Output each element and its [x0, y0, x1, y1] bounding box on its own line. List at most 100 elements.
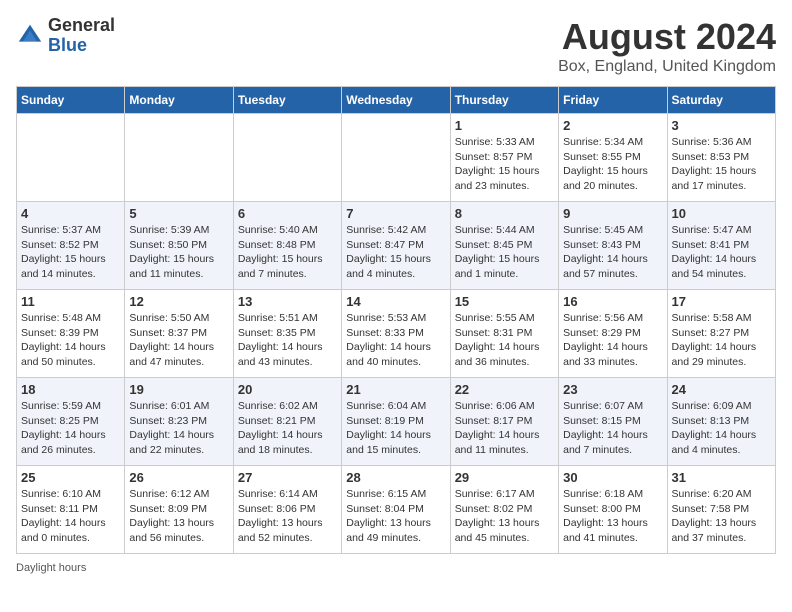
day-info: Sunrise: 6:06 AMSunset: 8:17 PMDaylight:… [455, 399, 554, 458]
page-header: General Blue August 2024 Box, England, U… [16, 16, 776, 76]
column-header-thursday: Thursday [450, 87, 558, 114]
calendar-cell: 1 Sunrise: 5:33 AMSunset: 8:57 PMDaylight… [450, 114, 558, 202]
day-info: Sunrise: 6:09 AMSunset: 8:13 PMDaylight:… [672, 399, 771, 458]
logo: General Blue [16, 16, 115, 56]
day-info: Sunrise: 6:01 AMSunset: 8:23 PMDaylight:… [129, 399, 228, 458]
calendar-cell: 18 Sunrise: 5:59 AMSunset: 8:25 PMDayligh… [17, 378, 125, 466]
calendar-cell: 28 Sunrise: 6:15 AMSunset: 8:04 PMDayligh… [342, 466, 450, 554]
day-number: 9 [563, 206, 662, 221]
day-number: 23 [563, 382, 662, 397]
column-header-wednesday: Wednesday [342, 87, 450, 114]
day-info: Sunrise: 6:02 AMSunset: 8:21 PMDaylight:… [238, 399, 337, 458]
day-number: 31 [672, 470, 771, 485]
day-info: Sunrise: 6:10 AMSunset: 8:11 PMDaylight:… [21, 487, 120, 546]
column-header-sunday: Sunday [17, 87, 125, 114]
calendar-cell: 23 Sunrise: 6:07 AMSunset: 8:15 PMDayligh… [559, 378, 667, 466]
day-number: 6 [238, 206, 337, 221]
calendar-cell [342, 114, 450, 202]
calendar-cell: 8Sunrise: 5:44 AMSunset: 8:45 PMDaylight… [450, 202, 558, 290]
day-number: 28 [346, 470, 445, 485]
day-number: 20 [238, 382, 337, 397]
day-number: 27 [238, 470, 337, 485]
calendar-cell: 30Sunrise: 6:18 AMSunset: 8:00 PMDayligh… [559, 466, 667, 554]
calendar-cell: 16 Sunrise: 5:56 AMSunset: 8:29 PMDayligh… [559, 290, 667, 378]
calendar-cell: 26 Sunrise: 6:12 AMSunset: 8:09 PMDayligh… [125, 466, 233, 554]
day-info: Sunrise: 6:12 AMSunset: 8:09 PMDaylight:… [129, 487, 228, 546]
day-number: 26 [129, 470, 228, 485]
logo-blue-text: Blue [48, 36, 115, 56]
column-header-saturday: Saturday [667, 87, 775, 114]
day-number: 8 [455, 206, 554, 221]
week-row-3: 11Sunrise: 5:48 AMSunset: 8:39 PMDayligh… [17, 290, 776, 378]
day-info: Sunrise: 5:59 AMSunset: 8:25 PMDaylight:… [21, 399, 120, 458]
day-number: 18 [21, 382, 120, 397]
day-info: Sunrise: 5:56 AMSunset: 8:29 PMDaylight:… [563, 311, 662, 370]
day-number: 3 [672, 118, 771, 133]
location-title: Box, England, United Kingdom [558, 58, 776, 76]
column-header-monday: Monday [125, 87, 233, 114]
calendar-cell: 9 Sunrise: 5:45 AMSunset: 8:43 PMDaylight… [559, 202, 667, 290]
month-title: August 2024 [558, 16, 776, 58]
day-number: 1 [455, 118, 554, 133]
logo-general-text: General [48, 16, 115, 36]
calendar-cell: 5 Sunrise: 5:39 AMSunset: 8:50 PMDaylight… [125, 202, 233, 290]
day-info: Sunrise: 5:37 AMSunset: 8:52 PMDaylight:… [21, 223, 120, 282]
week-row-5: 25 Sunrise: 6:10 AMSunset: 8:11 PMDayligh… [17, 466, 776, 554]
calendar-cell [125, 114, 233, 202]
calendar-cell: 27 Sunrise: 6:14 AMSunset: 8:06 PMDayligh… [233, 466, 341, 554]
calendar-cell: 13Sunrise: 5:51 AMSunset: 8:35 PMDayligh… [233, 290, 341, 378]
day-info: Sunrise: 5:50 AMSunset: 8:37 PMDaylight:… [129, 311, 228, 370]
calendar-cell [17, 114, 125, 202]
week-row-2: 4 Sunrise: 5:37 AMSunset: 8:52 PMDaylight… [17, 202, 776, 290]
day-info: Sunrise: 5:47 AMSunset: 8:41 PMDaylight:… [672, 223, 771, 282]
footer-note: Daylight hours [16, 562, 776, 574]
logo-icon [16, 22, 44, 50]
calendar-cell: 24 Sunrise: 6:09 AMSunset: 8:13 PMDayligh… [667, 378, 775, 466]
day-number: 25 [21, 470, 120, 485]
day-number: 19 [129, 382, 228, 397]
column-header-tuesday: Tuesday [233, 87, 341, 114]
calendar-cell [233, 114, 341, 202]
day-number: 17 [672, 294, 771, 309]
calendar-cell: 11Sunrise: 5:48 AMSunset: 8:39 PMDayligh… [17, 290, 125, 378]
calendar-cell: 10Sunrise: 5:47 AMSunset: 8:41 PMDayligh… [667, 202, 775, 290]
day-info: Sunrise: 6:14 AMSunset: 8:06 PMDaylight:… [238, 487, 337, 546]
week-row-4: 18 Sunrise: 5:59 AMSunset: 8:25 PMDayligh… [17, 378, 776, 466]
day-number: 14 [346, 294, 445, 309]
calendar-cell: 21 Sunrise: 6:04 AMSunset: 8:19 PMDayligh… [342, 378, 450, 466]
calendar-cell: 19 Sunrise: 6:01 AMSunset: 8:23 PMDayligh… [125, 378, 233, 466]
day-info: Sunrise: 5:39 AMSunset: 8:50 PMDaylight:… [129, 223, 228, 282]
day-info: Sunrise: 6:04 AMSunset: 8:19 PMDaylight:… [346, 399, 445, 458]
day-number: 15 [455, 294, 554, 309]
week-row-1: 1 Sunrise: 5:33 AMSunset: 8:57 PMDaylight… [17, 114, 776, 202]
day-info: Sunrise: 6:17 AMSunset: 8:02 PMDaylight:… [455, 487, 554, 546]
day-info: Sunrise: 6:20 AMSunset: 7:58 PMDaylight:… [672, 487, 771, 546]
day-info: Sunrise: 5:34 AMSunset: 8:55 PMDaylight:… [563, 135, 662, 194]
day-number: 11 [21, 294, 120, 309]
calendar-cell: 2 Sunrise: 5:34 AMSunset: 8:55 PMDaylight… [559, 114, 667, 202]
calendar-cell: 14Sunrise: 5:53 AMSunset: 8:33 PMDayligh… [342, 290, 450, 378]
calendar-cell: 6Sunrise: 5:40 AMSunset: 8:48 PMDaylight… [233, 202, 341, 290]
day-info: Sunrise: 5:45 AMSunset: 8:43 PMDaylight:… [563, 223, 662, 282]
day-number: 2 [563, 118, 662, 133]
calendar-cell: 20 Sunrise: 6:02 AMSunset: 8:21 PMDayligh… [233, 378, 341, 466]
day-number: 21 [346, 382, 445, 397]
day-number: 24 [672, 382, 771, 397]
day-number: 5 [129, 206, 228, 221]
header-row: SundayMondayTuesdayWednesdayThursdayFrid… [17, 87, 776, 114]
calendar-cell: 4 Sunrise: 5:37 AMSunset: 8:52 PMDaylight… [17, 202, 125, 290]
day-number: 30 [563, 470, 662, 485]
day-number: 12 [129, 294, 228, 309]
day-number: 4 [21, 206, 120, 221]
day-info: Sunrise: 6:07 AMSunset: 8:15 PMDaylight:… [563, 399, 662, 458]
calendar-cell: 12 Sunrise: 5:50 AMSunset: 8:37 PMDayligh… [125, 290, 233, 378]
day-info: Sunrise: 5:42 AMSunset: 8:47 PMDaylight:… [346, 223, 445, 282]
calendar-cell: 22Sunrise: 6:06 AMSunset: 8:17 PMDayligh… [450, 378, 558, 466]
calendar-cell: 3Sunrise: 5:36 AMSunset: 8:53 PMDaylight… [667, 114, 775, 202]
day-number: 7 [346, 206, 445, 221]
day-info: Sunrise: 6:15 AMSunset: 8:04 PMDaylight:… [346, 487, 445, 546]
day-number: 16 [563, 294, 662, 309]
day-number: 13 [238, 294, 337, 309]
title-area: August 2024 Box, England, United Kingdom [558, 16, 776, 76]
day-info: Sunrise: 5:33 AMSunset: 8:57 PMDaylight:… [455, 135, 554, 194]
